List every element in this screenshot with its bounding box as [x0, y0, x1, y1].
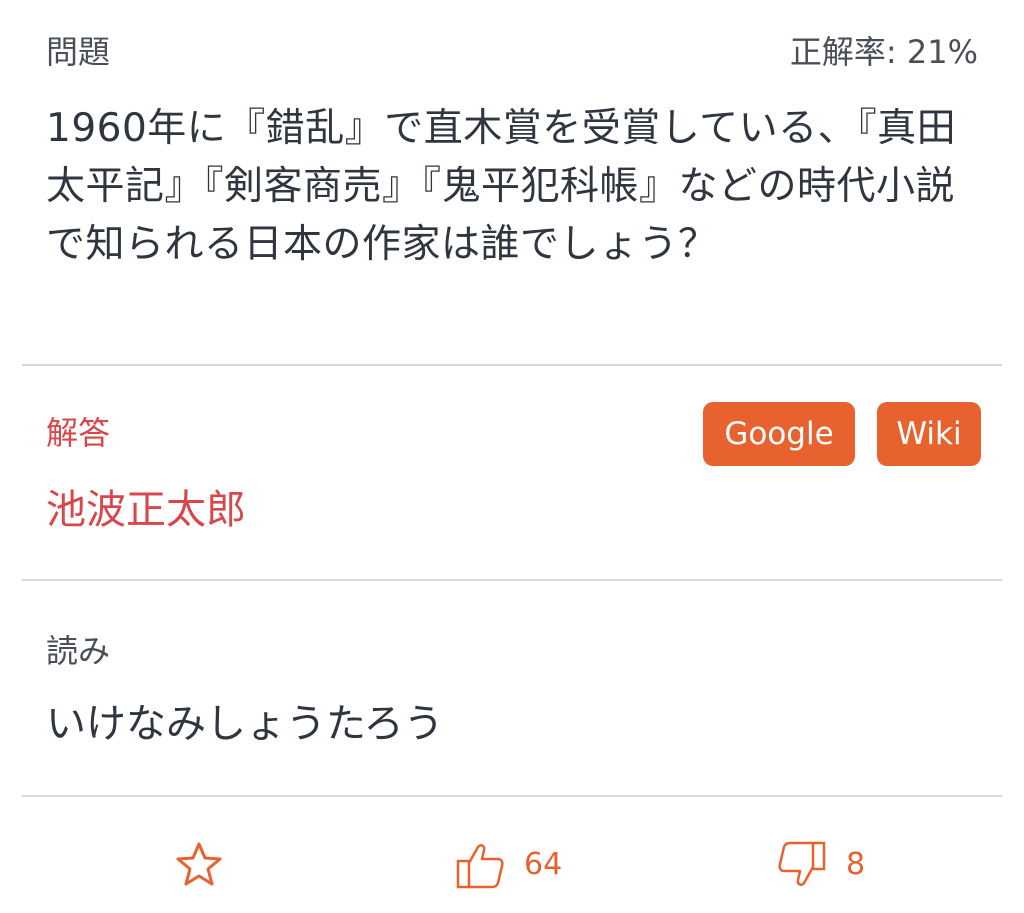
question-text: 1960年に『錯乱』で直木賞を受賞している、『真田太平記』『剣客商売』『鬼平犯科…	[46, 106, 957, 267]
question-label: 問題	[46, 33, 111, 71]
divider	[22, 364, 1002, 366]
thumbs-down-icon	[776, 839, 828, 891]
star-icon	[174, 840, 224, 890]
divider	[22, 579, 1002, 581]
answer-label: 解答	[46, 414, 111, 452]
answer-text: 池波正太郎	[46, 487, 246, 533]
dislike-count: 8	[846, 847, 866, 882]
reading-text: いけなみしょうたろう	[46, 701, 444, 747]
correct-rate: 正解率: 21%	[789, 33, 978, 71]
favorite-button[interactable]	[174, 830, 224, 900]
google-button[interactable]: Google	[703, 402, 855, 466]
action-bar: 64 8	[0, 830, 1024, 900]
wiki-button[interactable]: Wiki	[877, 402, 981, 466]
thumbs-up-icon	[454, 839, 506, 891]
like-count: 64	[524, 847, 563, 882]
dislike-button[interactable]: 8	[776, 830, 865, 900]
quiz-detail-page: 問題 正解率: 21% 1960年に『錯乱』で直木賞を受賞している、『真田太平記…	[0, 0, 1024, 913]
like-button[interactable]: 64	[454, 830, 562, 900]
reading-label: 読み	[46, 632, 111, 670]
divider	[22, 795, 1002, 797]
